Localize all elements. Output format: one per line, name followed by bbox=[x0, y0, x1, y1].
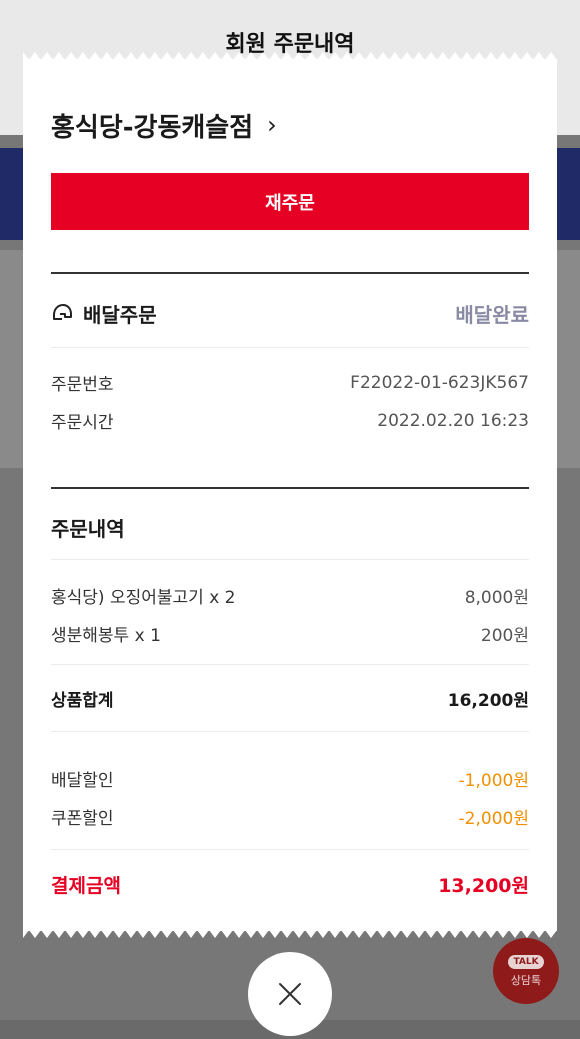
subtotal-value: 16,200원 bbox=[447, 691, 529, 711]
close-button[interactable] bbox=[248, 952, 332, 1036]
discount-value: -2,000원 bbox=[458, 809, 529, 829]
receipt-top-edge bbox=[23, 52, 557, 60]
divider bbox=[51, 664, 529, 665]
close-icon bbox=[279, 983, 301, 1005]
kakao-talk-button[interactable]: TALK 상담톡 bbox=[493, 938, 559, 1004]
order-time-label: 주문시간 bbox=[51, 413, 114, 433]
store-name: 홍식당-강동캐슬점 bbox=[51, 113, 254, 143]
discount-row: 쿠폰할인 -2,000원 bbox=[51, 804, 529, 829]
order-items-title: 주문내역 bbox=[51, 517, 125, 541]
delivery-row: 배달주문 배달완료 bbox=[51, 297, 529, 329]
order-time-row: 주문시간 2022.02.20 16:23 bbox=[51, 408, 529, 434]
divider bbox=[51, 559, 529, 560]
order-time-value: 2022.02.20 16:23 bbox=[377, 410, 529, 431]
chevron-right-icon: › bbox=[267, 110, 277, 139]
discount-row: 배달할인 -1,000원 bbox=[51, 766, 529, 791]
discount-label: 배달할인 bbox=[51, 771, 114, 791]
list-item: 생분해봉투 x 1 200원 bbox=[51, 621, 529, 646]
talk-label: 상담톡 bbox=[510, 973, 542, 987]
item-name: 홍식당) 오징어불고기 x 2 bbox=[51, 588, 236, 608]
discount-value: -1,000원 bbox=[458, 771, 529, 791]
item-name: 생분해봉투 x 1 bbox=[51, 626, 161, 646]
subtotal-row: 상품합계 16,200원 bbox=[51, 686, 529, 711]
discount-label: 쿠폰할인 bbox=[51, 809, 114, 829]
item-price: 200원 bbox=[480, 626, 529, 646]
order-number-row: 주문번호 F22022-01-623JK567 bbox=[51, 370, 529, 396]
store-name-link[interactable]: 홍식당-강동캐슬점 › bbox=[51, 107, 277, 144]
subtotal-label: 상품합계 bbox=[51, 691, 114, 711]
payment-total-value: 13,200원 bbox=[438, 875, 529, 897]
list-item: 홍식당) 오징어불고기 x 2 8,000원 bbox=[51, 583, 529, 608]
divider bbox=[51, 731, 529, 732]
delivery-status: 배달완료 bbox=[455, 302, 529, 327]
payment-total-label: 결제금액 bbox=[51, 875, 121, 897]
divider bbox=[51, 849, 529, 850]
delivery-type-label: 배달주문 bbox=[83, 302, 157, 327]
order-receipt-modal: 홍식당-강동캐슬점 › 재주문 배달주문 배달완료 주문번호 F22022-01… bbox=[23, 52, 557, 938]
reorder-button[interactable]: 재주문 bbox=[51, 173, 529, 230]
item-price: 8,000원 bbox=[464, 588, 529, 608]
divider bbox=[51, 347, 529, 348]
divider bbox=[51, 487, 529, 489]
order-number-value: F22022-01-623JK567 bbox=[350, 372, 529, 393]
payment-total-row: 결제금액 13,200원 bbox=[51, 871, 529, 898]
divider bbox=[51, 272, 529, 274]
receipt-bottom-edge bbox=[23, 930, 557, 938]
talk-badge: TALK bbox=[508, 954, 544, 969]
helmet-icon bbox=[53, 304, 72, 320]
order-number-label: 주문번호 bbox=[51, 375, 114, 395]
